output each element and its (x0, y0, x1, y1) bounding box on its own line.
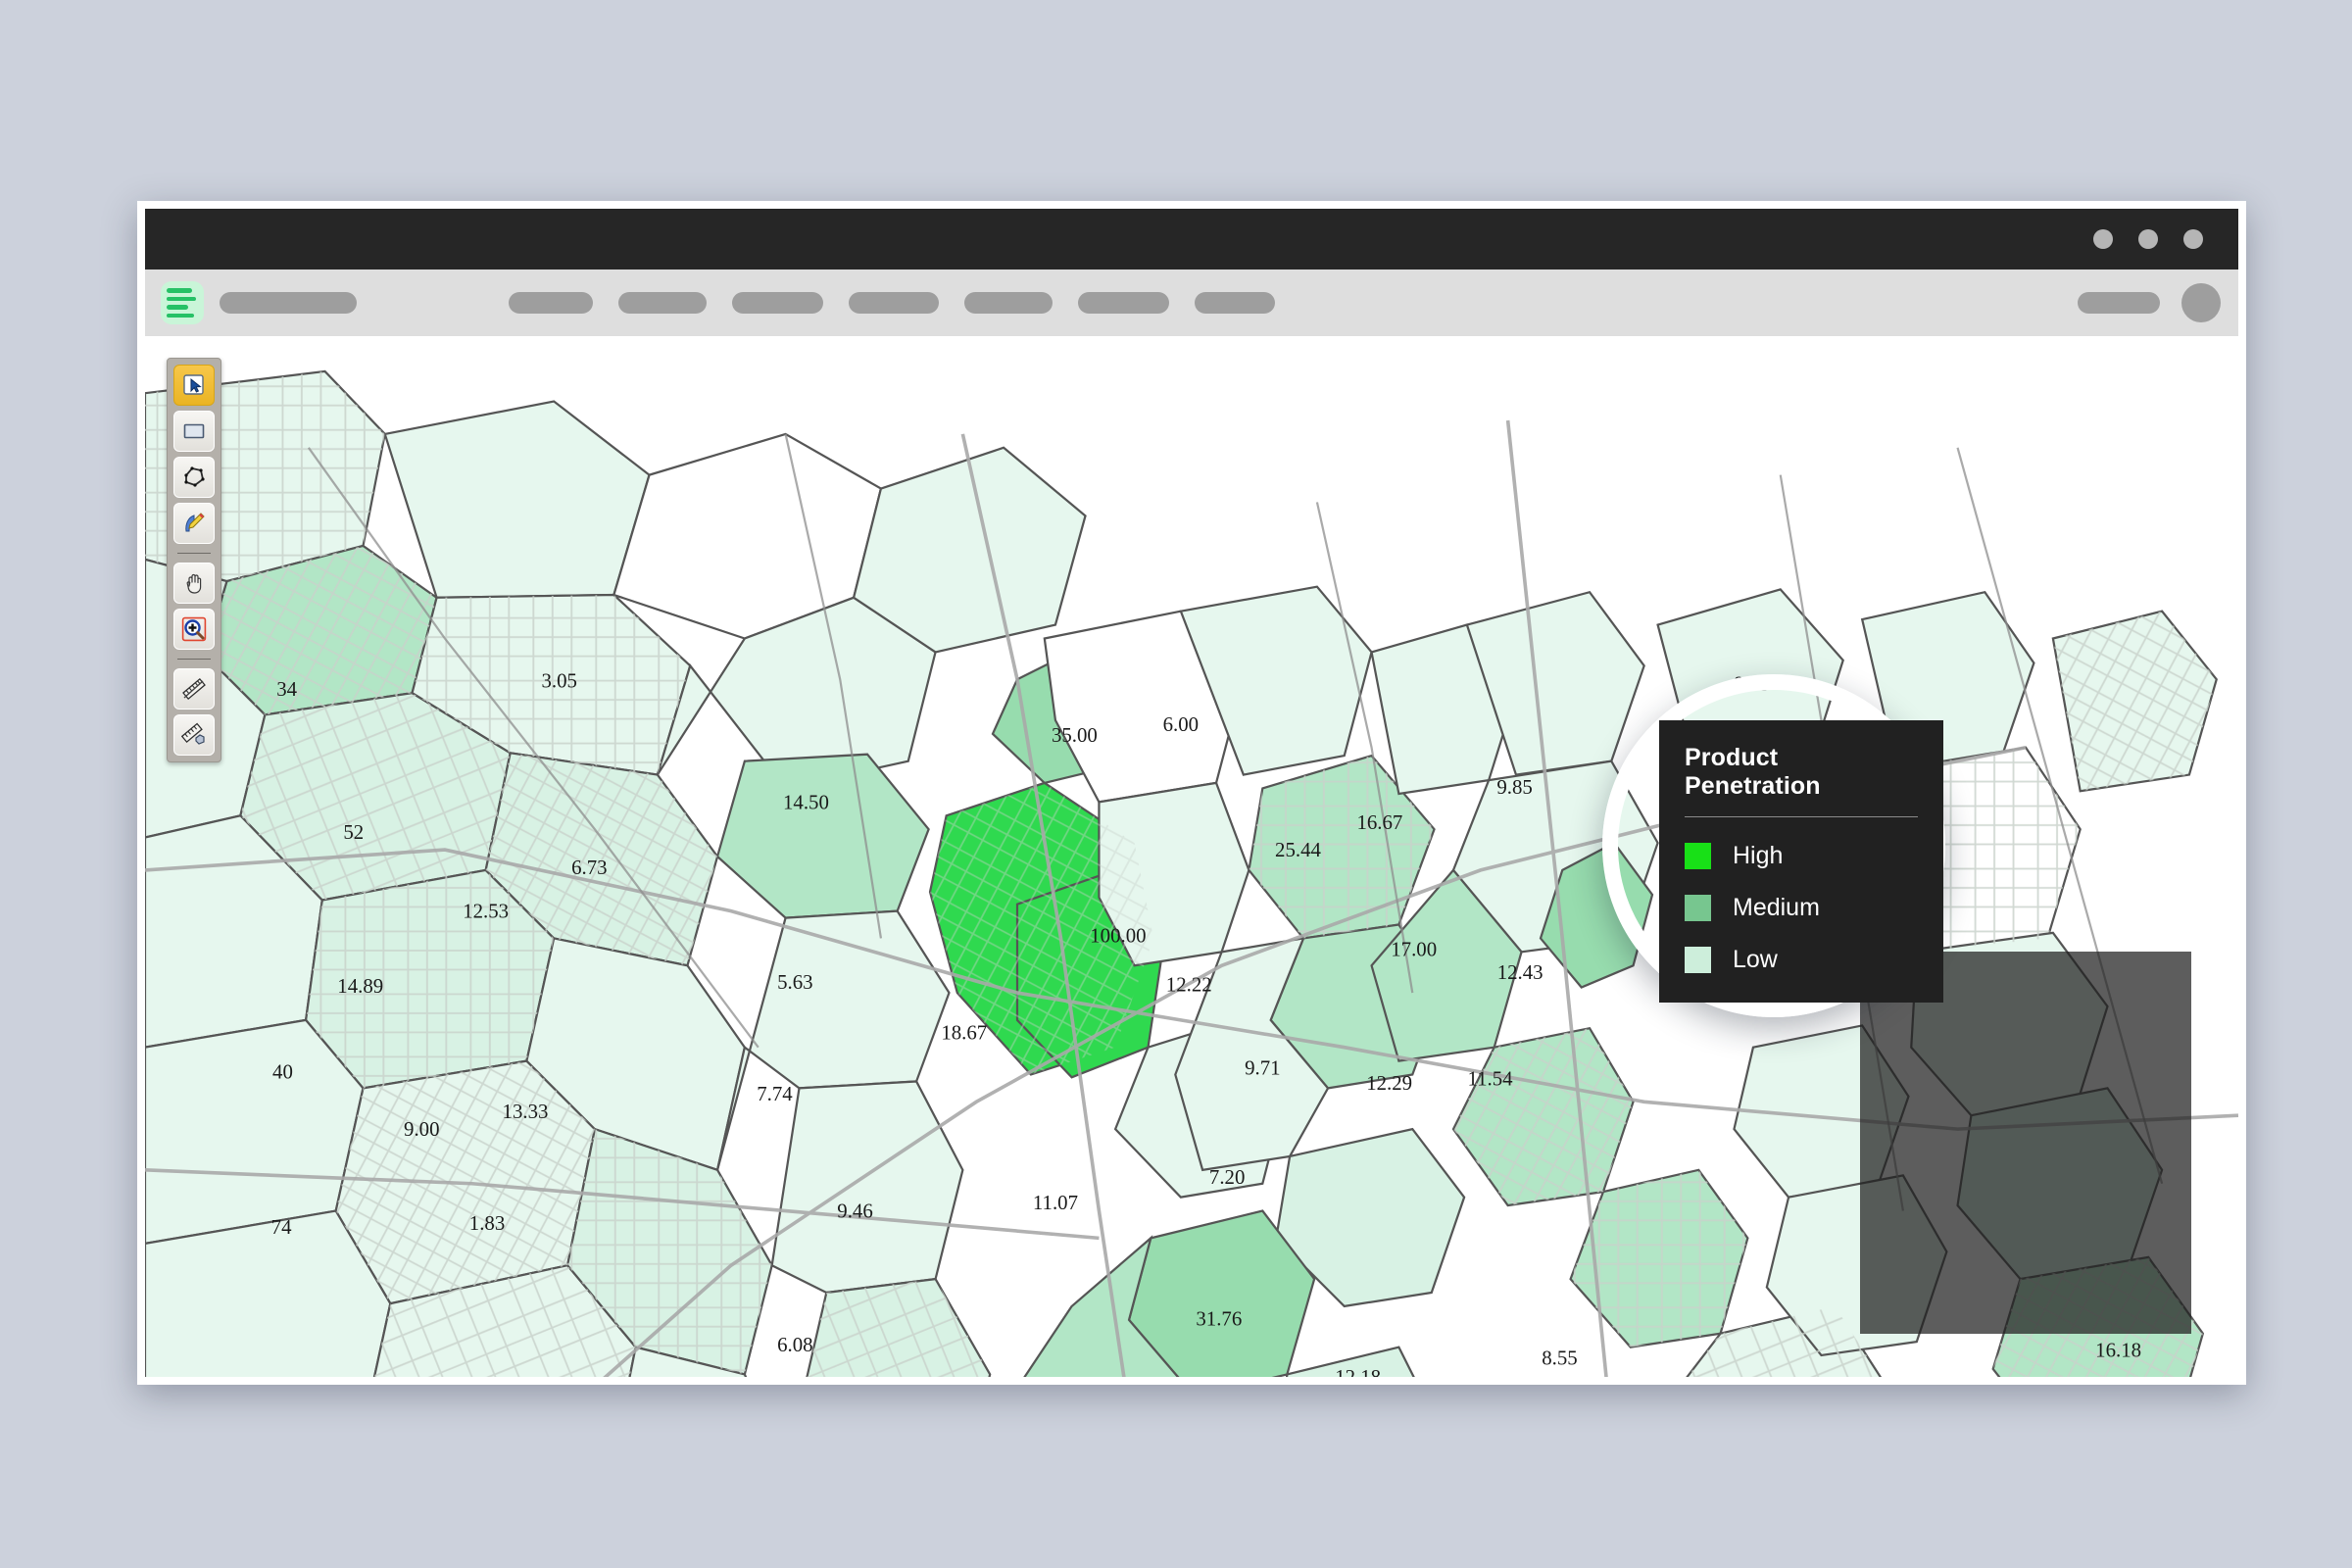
measure-area-tool[interactable] (173, 714, 215, 756)
legend-items: High Medium Low (1685, 843, 1918, 973)
region-value-label: 9.85 (1496, 775, 1532, 799)
legend-color-swatch (1685, 843, 1711, 869)
region-value-label: 7.74 (757, 1082, 793, 1105)
region-value-label: 18.67 (941, 1020, 987, 1044)
freehand-draw-tool[interactable] (173, 503, 215, 544)
region-value-label: 25.44 (1275, 838, 1321, 861)
region-value-label: 12.43 (1497, 960, 1544, 984)
rectangle-select-tool[interactable] (173, 411, 215, 452)
toolbar-menu-item[interactable] (964, 292, 1053, 314)
application-window: .poly { stroke:#555; stroke-width:1.6; }… (137, 201, 2246, 1385)
logo-bar (167, 288, 192, 293)
measure-distance-tool[interactable] (173, 668, 215, 710)
region-value-label: 16.18 (2095, 1338, 2141, 1361)
tool-divider (177, 659, 211, 660)
region-value-label: 14.89 (337, 974, 383, 998)
region-value-label: 12.53 (463, 900, 509, 923)
legend-item[interactable]: Medium (1685, 895, 1918, 921)
legend-color-swatch (1685, 895, 1711, 921)
map-tool-palette (167, 358, 221, 762)
window-title-bar (145, 209, 2238, 270)
logo-bar (167, 313, 194, 318)
region-value-label: 52 (343, 820, 364, 844)
region-value-label: 12.18 (1335, 1365, 1381, 1377)
pointer-select-icon (183, 374, 204, 395)
pencil-draw-icon (185, 513, 205, 532)
region-value-label: 1.83 (469, 1211, 505, 1235)
legend-item[interactable]: Low (1685, 947, 1918, 973)
region-value-label: 13.33 (503, 1100, 549, 1123)
polygon-select-tool[interactable] (173, 457, 215, 498)
legend-title: Product Penetration (1685, 744, 1821, 800)
legend-item-label: Medium (1733, 894, 1820, 921)
toolbar-menu-item[interactable] (732, 292, 823, 314)
region-value-label: 31.76 (1196, 1306, 1242, 1330)
select-tool[interactable] (173, 365, 215, 406)
polygon-icon (184, 466, 205, 487)
region-value-label: 35.00 (1052, 723, 1098, 747)
region-value-label: 9.00 (404, 1117, 439, 1141)
region-value-label: 40 (272, 1060, 293, 1084)
region-value-label: 6.73 (571, 856, 607, 879)
region-value-label: 11.54 (1467, 1067, 1513, 1091)
region-value-label: 12.29 (1366, 1071, 1412, 1095)
region-value-label: 14.50 (783, 790, 829, 813)
legend-panel: Product Penetration High Medium Low (1659, 720, 1943, 1003)
toolbar-menu-item[interactable] (509, 292, 593, 314)
region-value-label: 3.05 (542, 669, 577, 693)
region-value-label: 11.33 (1101, 1372, 1146, 1377)
toolbar-menu-item[interactable] (1078, 292, 1169, 314)
list-app-logo-icon[interactable] (161, 281, 204, 324)
legend-divider (1685, 816, 1918, 817)
region-value-label: 9.46 (837, 1200, 872, 1223)
region-value-label: 6.08 (777, 1333, 812, 1356)
ruler-area-icon (181, 722, 205, 745)
toolbar-action-item[interactable] (2078, 292, 2160, 314)
region-value-label: 17.00 (1391, 938, 1437, 961)
toolbar-menu-item[interactable] (618, 292, 707, 314)
legend-item-label: Low (1733, 946, 1778, 973)
toolbar-menu-item[interactable] (1195, 292, 1275, 314)
region-value-label: 12.22 (1166, 973, 1212, 997)
region-value-label: 9.71 (1245, 1056, 1280, 1080)
region-value-label: 6.00 (1163, 712, 1199, 736)
tool-divider (177, 553, 211, 554)
window-controls (2093, 209, 2203, 270)
window-close-dot[interactable] (2183, 229, 2203, 249)
region-value-label: 34 (276, 677, 297, 701)
legend-item-label: High (1733, 842, 1784, 869)
pan-tool[interactable] (173, 563, 215, 604)
toolbar-menu-item[interactable] (220, 292, 357, 314)
ruler-icon (182, 677, 206, 701)
window-maximize-dot[interactable] (2138, 229, 2158, 249)
toolbar-menu-item[interactable] (849, 292, 939, 314)
application-toolbar (145, 270, 2238, 336)
user-avatar-icon[interactable] (2181, 283, 2221, 322)
legend-item[interactable]: High (1685, 843, 1918, 869)
logo-bar (167, 305, 188, 310)
region-value-label: 16.67 (1356, 810, 1402, 834)
region-value-label: 8.55 (1542, 1347, 1577, 1370)
region-value-label: 9.05 (1734, 671, 1769, 695)
region-value-label: 11.07 (1033, 1191, 1078, 1214)
map-canvas[interactable]: .poly { stroke:#555; stroke-width:1.6; }… (145, 336, 2238, 1377)
region-value-label: 5.63 (777, 970, 812, 994)
zoom-in-tool[interactable] (173, 609, 215, 650)
magnifier-plus-icon (181, 616, 207, 642)
region-value-label: 7.20 (1209, 1165, 1245, 1189)
logo-bar (167, 296, 196, 301)
window-minimize-dot[interactable] (2093, 229, 2113, 249)
hand-icon (186, 573, 202, 594)
region-value-label: 100.00 (1090, 924, 1146, 948)
rectangle-icon (183, 423, 205, 439)
region-value-label: 74 (271, 1215, 292, 1239)
legend-color-swatch (1685, 947, 1711, 973)
